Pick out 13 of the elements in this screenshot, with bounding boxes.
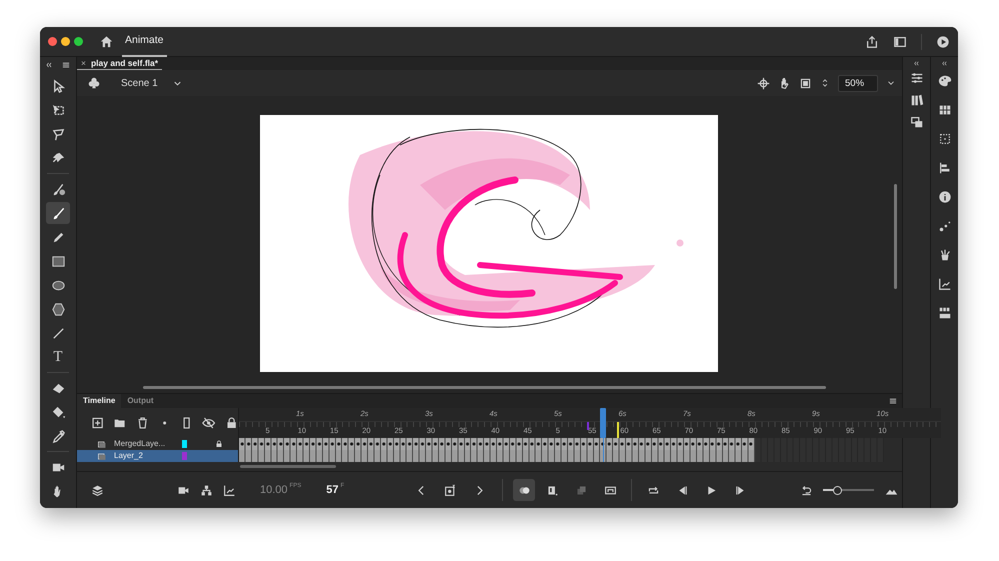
layer-row[interactable]: MergedLaye... <box>77 438 238 450</box>
current-frame: 57 <box>326 482 338 498</box>
document-title: play and self.fla* <box>90 56 158 70</box>
layer-name: Layer_2 <box>114 450 144 462</box>
text-tool[interactable]: T <box>46 346 70 368</box>
close-tab-button[interactable]: × <box>81 56 86 70</box>
panel-tab[interactable]: Timeline <box>77 394 122 408</box>
fps-value: 10.00 <box>260 482 288 498</box>
layer-row[interactable]: Layer_2 <box>77 450 238 462</box>
scene-name: Scene 1 <box>121 76 158 90</box>
layer-name: MergedLaye... <box>114 438 166 450</box>
zoom-field[interactable]: 50% <box>838 74 878 92</box>
panel-tab[interactable]: Output <box>121 394 160 408</box>
